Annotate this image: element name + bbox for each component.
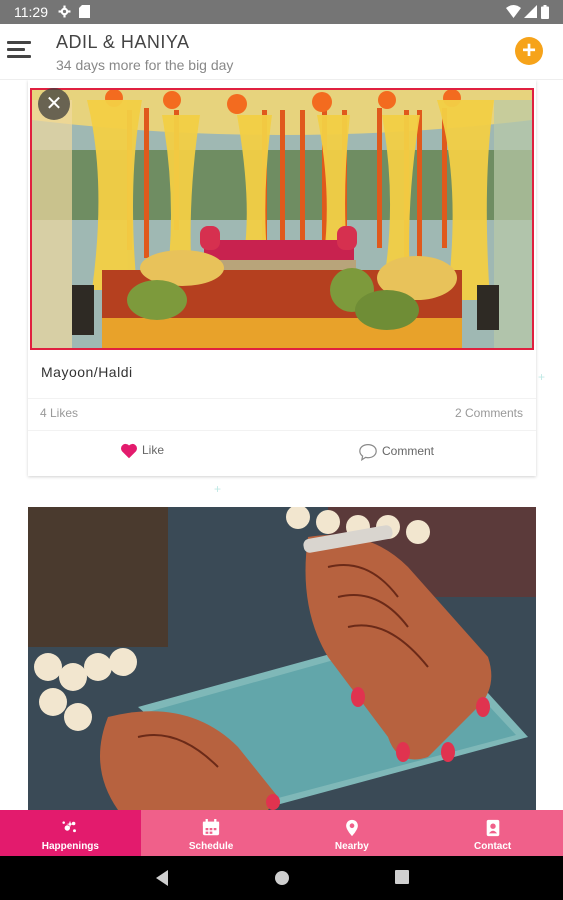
status-bar: 11:29 [0,0,563,24]
post-card: ✕ Mayoon/Haldi 4 Likes 2 Comments Like C… [28,80,536,476]
couple-title: ADIL & HANIYA [56,32,190,52]
post-actions: Like Comment [28,430,536,476]
countdown-subtitle: 34 days more for the big day [56,57,234,73]
comments-count[interactable]: 2 Comments [455,406,523,420]
add-button[interactable]: + [515,37,543,65]
likes-count[interactable]: 4 Likes [40,406,78,420]
location-pin-icon [346,819,358,837]
signal-icon [524,5,537,18]
sparkle-decoration: + [214,482,222,496]
app-header: ADIL & HANIYA 34 days more for the big d… [0,24,563,80]
bottom-tab-bar: Happenings Schedule Nearby Contact [0,810,563,856]
like-button[interactable]: Like [120,443,164,459]
happenings-feed[interactable]: + + ✕ Mayoon/Haldi 4 Likes 2 Comments Li… [0,80,563,810]
tab-schedule[interactable]: Schedule [141,810,282,856]
tab-happenings[interactable]: Happenings [0,810,141,856]
close-icon: ✕ [45,93,63,115]
sd-card-icon [79,5,90,18]
tab-label: Schedule [188,841,234,852]
back-icon[interactable] [154,869,170,887]
recents-icon[interactable] [394,869,410,885]
tab-nearby[interactable]: Nearby [282,810,423,856]
plus-icon: + [521,37,536,64]
tab-label: Happenings [41,841,99,852]
sparkle-icon [62,820,77,833]
comment-button[interactable]: Comment [358,443,435,462]
close-button[interactable]: ✕ [38,88,70,120]
tab-contact[interactable]: Contact [422,810,563,856]
gear-icon [58,5,71,18]
like-label: Like [142,443,165,458]
post-title: Mayoon/Haldi [41,364,133,380]
comment-label: Comment [382,444,435,459]
contact-card-icon [486,819,499,837]
system-navigation-bar [0,856,563,900]
post-photo-henna[interactable] [28,507,536,810]
battery-icon [541,5,549,19]
status-time: 11:29 [14,4,48,20]
speech-bubble-icon [359,444,377,462]
post-stats: 4 Likes 2 Comments [28,398,536,424]
home-icon[interactable] [273,869,291,887]
wifi-icon [506,5,521,18]
hamburger-menu-icon[interactable] [7,39,31,63]
sparkle-decoration: + [538,370,546,384]
post-photo-mayoon[interactable] [30,88,534,350]
heart-icon [121,443,137,459]
calendar-icon [203,819,220,836]
tab-label: Nearby [334,841,369,852]
tab-label: Contact [474,841,512,852]
